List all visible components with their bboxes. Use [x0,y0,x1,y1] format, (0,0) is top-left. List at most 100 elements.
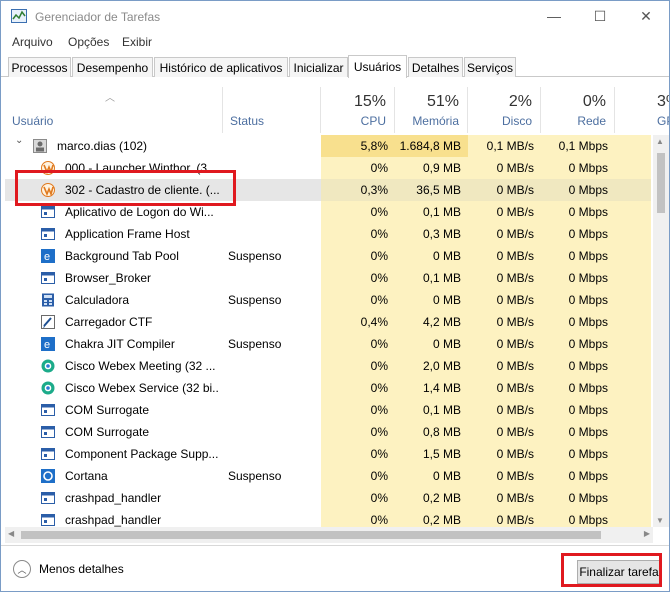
svg-text:e: e [44,251,50,263]
minimize-button[interactable]: — [531,1,577,31]
close-button[interactable]: ✕ [623,1,669,31]
chevron-down-icon[interactable]: ⌄ [15,135,23,146]
disk-value: 0 MB/s [468,157,541,179]
process-row[interactable]: Carregador CTF 0,4% 4,2 MB 0 MB/s 0 Mbps [5,311,651,333]
memory-value: 0,2 MB [395,487,468,509]
column-user[interactable]: ︿ Usuário [5,87,223,133]
process-row[interactable]: Component Package Supp... 0% 1,5 MB 0 MB/s 0… [5,443,651,465]
menu-exibir[interactable]: Exibir [122,35,152,49]
disk-value: 0 MB/s [468,399,541,421]
process-row[interactable]: e Chakra JIT Compiler Suspenso 0% 0 MB 0 MB/s… [5,333,651,355]
process-row[interactable]: Cortana Suspenso 0% 0 MB 0 MB/s 0 Mbps [5,465,651,487]
process-name: Cisco Webex Service (32 bi... [65,381,219,395]
process-status [228,267,320,289]
memory-value: 0,1 MB [395,201,468,223]
process-name: Component Package Supp... [65,447,219,461]
process-name: Aplicativo de Logon do Wi... [65,205,214,219]
column-memory-label: Memória [412,114,459,128]
process-name: Cisco Webex Meeting (32 ... [65,359,216,373]
process-name: Carregador CTF [65,315,153,329]
gpu-value [615,289,651,311]
column-memory[interactable]: 51% Memória [395,87,468,133]
process-row[interactable]: COM Surrogate 0% 0,8 MB 0 MB/s 0 Mbps [5,421,651,443]
process-row[interactable]: Browser_Broker 0% 0,1 MB 0 MB/s 0 Mbps [5,267,651,289]
process-row[interactable]: Aplicativo de Logon do Wi... 0% 0,1 MB 0 MB… [5,201,651,223]
maximize-button[interactable]: ☐ [577,1,623,31]
disk-value: 0 MB/s [468,509,541,527]
app-window-icon [41,271,55,285]
network-value: 0 Mbps [541,421,615,443]
process-row[interactable]: e Background Tab Pool Suspenso 0% 0 MB 0 MB/s… [5,245,651,267]
column-disk[interactable]: 2% Disco [468,87,541,133]
scrollbar-thumb[interactable] [657,153,665,213]
tab-usuarios[interactable]: Usuários [348,55,407,78]
column-network[interactable]: 0% Rede [541,87,615,133]
hscrollbar-thumb[interactable] [21,531,601,539]
tab-servicos[interactable]: Serviços [464,57,516,77]
cpu-value: 0% [321,267,395,289]
tab-desempenho[interactable]: Desempenho [72,57,153,77]
process-name: Calculadora [65,293,130,307]
app-window-icon [41,513,55,527]
cpu-value: 0% [321,509,395,527]
cpu-value: 0% [321,377,395,399]
column-status[interactable]: Status [223,87,321,133]
network-value: 0 Mbps [541,399,615,421]
tab-processos[interactable]: Processos [8,57,71,77]
process-row[interactable]: Calculadora Suspenso 0% 0 MB 0 MB/s 0 Mbps [5,289,651,311]
gpu-value [615,487,651,509]
process-status: Suspenso [228,293,282,307]
edge-icon: e [41,337,55,351]
scroll-down-icon[interactable]: ▼ [656,516,664,525]
network-value: 0 Mbps [541,201,615,223]
network-value: 0 Mbps [541,267,615,289]
menu-arquivo[interactable]: Arquivo [12,35,53,49]
gpu-value [615,465,651,487]
user-group-row[interactable]: ⌄ marco.dias (102) 5,8% 1.684,8 MB 0,1 MB/s 0… [5,135,651,157]
disk-value: 0 MB/s [468,179,541,201]
scroll-up-icon[interactable]: ▲ [656,137,664,146]
vertical-scrollbar[interactable]: ▲ ▼ [653,135,669,527]
process-status [228,135,320,157]
title-bar: Gerenciador de Tarefas — ☐ ✕ [1,1,669,33]
column-gpu[interactable]: 3% GPU [615,87,669,133]
network-value: 0 Mbps [541,509,615,527]
memory-value: 0,1 MB [395,267,468,289]
end-task-button[interactable]: Finalizar tarefa [577,560,661,584]
app-window-icon [41,205,55,219]
menu-opcoes[interactable]: Opções [68,35,109,49]
app-window-icon [41,447,55,461]
scroll-right-icon[interactable]: ▶ [644,529,650,538]
gpu-value [615,201,651,223]
calculator-icon [41,293,55,307]
network-value: 0 Mbps [541,465,615,487]
tab-historico[interactable]: Histórico de aplicativos [154,57,288,77]
fewer-details-button[interactable]: ︿ Menos detalhes [13,560,124,578]
process-status [228,179,320,201]
memory-total: 51% [426,93,459,110]
winthor-icon [41,161,55,175]
process-row[interactable]: 302 - Cadastro de cliente. (... 0,3% 36,5 … [5,179,651,201]
gpu-value [615,223,651,245]
process-row[interactable]: COM Surrogate 0% 0,1 MB 0 MB/s 0 Mbps [5,399,651,421]
column-cpu[interactable]: 15% CPU [321,87,395,133]
process-row[interactable]: Cisco Webex Service (32 bi... 0% 1,4 MB 0 M… [5,377,651,399]
horizontal-scrollbar[interactable]: ◀ ▶ [5,527,653,543]
tab-inicializar[interactable]: Inicializar [289,57,348,77]
network-value: 0 Mbps [541,311,615,333]
process-row[interactable]: Application Frame Host 0% 0,3 MB 0 MB/s 0 Mb… [5,223,651,245]
scroll-left-icon[interactable]: ◀ [8,529,14,538]
tab-detalhes[interactable]: Detalhes [408,57,463,77]
cpu-value: 0% [321,355,395,377]
disk-value: 0 MB/s [468,289,541,311]
process-row[interactable]: 000 - Launcher Winthor. (3 0% 0,9 MB 0 MB/s… [5,157,651,179]
process-row[interactable]: crashpad_handler 0% 0,2 MB 0 MB/s 0 Mbps [5,487,651,509]
disk-value: 0 MB/s [468,201,541,223]
process-row[interactable]: crashpad_handler 0% 0,2 MB 0 MB/s 0 Mbps [5,509,651,527]
memory-value: 0 MB [395,465,468,487]
network-value: 0 Mbps [541,179,615,201]
process-row[interactable]: Cisco Webex Meeting (32 ... 0% 2,0 MB 0 MB/… [5,355,651,377]
app-window-icon [41,403,55,417]
cpu-value: 0% [321,223,395,245]
gpu-value [615,377,651,399]
